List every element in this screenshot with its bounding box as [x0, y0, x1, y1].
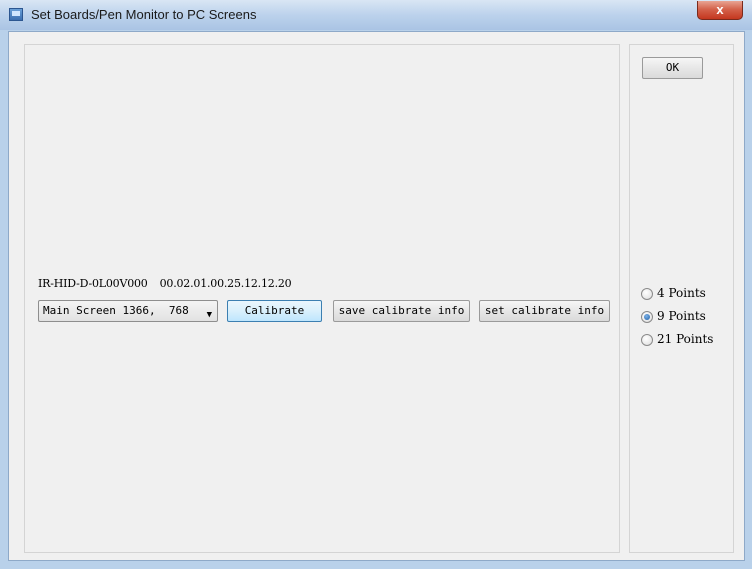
radio-21-points[interactable]: 21 Points — [641, 332, 713, 346]
radio-label: 4 Points — [657, 286, 706, 300]
calibrate-button[interactable]: Calibrate — [227, 300, 322, 322]
radio-4-points[interactable]: 4 Points — [641, 286, 706, 300]
screen-select[interactable]: Main Screen 1366, 768 ▼ — [38, 300, 218, 322]
set-calibrate-info-button[interactable]: set calibrate info — [479, 300, 610, 322]
device-version: 00.02.01.00.25.12.12.20 — [159, 277, 292, 290]
dialog-body: IR-HID-D-0L00V000 00.02.01.00.25.12.12.20… — [8, 31, 745, 561]
radio-checked-icon[interactable] — [641, 310, 653, 323]
save-calibrate-info-button[interactable]: save calibrate info — [333, 300, 470, 322]
radio-unchecked-icon[interactable] — [641, 287, 653, 300]
window-title: Set Boards/Pen Monitor to PC Screens — [31, 7, 257, 22]
device-id: IR-HID-D-0L00V000 — [38, 277, 148, 290]
calibration-panel: IR-HID-D-0L00V000 00.02.01.00.25.12.12.20… — [24, 44, 620, 553]
radio-label: 21 Points — [657, 332, 714, 346]
ok-button[interactable]: OK — [642, 57, 703, 79]
close-button[interactable]: x — [697, 1, 743, 20]
radio-unchecked-icon[interactable] — [641, 333, 653, 346]
device-info: IR-HID-D-0L00V000 00.02.01.00.25.12.12.20 — [38, 277, 292, 290]
app-icon — [9, 8, 23, 21]
radio-label: 9 Points — [657, 309, 706, 323]
title-bar[interactable]: Set Boards/Pen Monitor to PC Screens x — [0, 0, 752, 30]
options-panel: OK 4 Points 9 Points 21 Points — [629, 44, 734, 553]
dropdown-arrow-icon[interactable]: ▼ — [207, 305, 212, 325]
screen-select-value: Main Screen 1366, 768 — [43, 304, 189, 317]
dialog-window: Set Boards/Pen Monitor to PC Screens x I… — [0, 0, 752, 569]
radio-9-points[interactable]: 9 Points — [641, 309, 706, 323]
